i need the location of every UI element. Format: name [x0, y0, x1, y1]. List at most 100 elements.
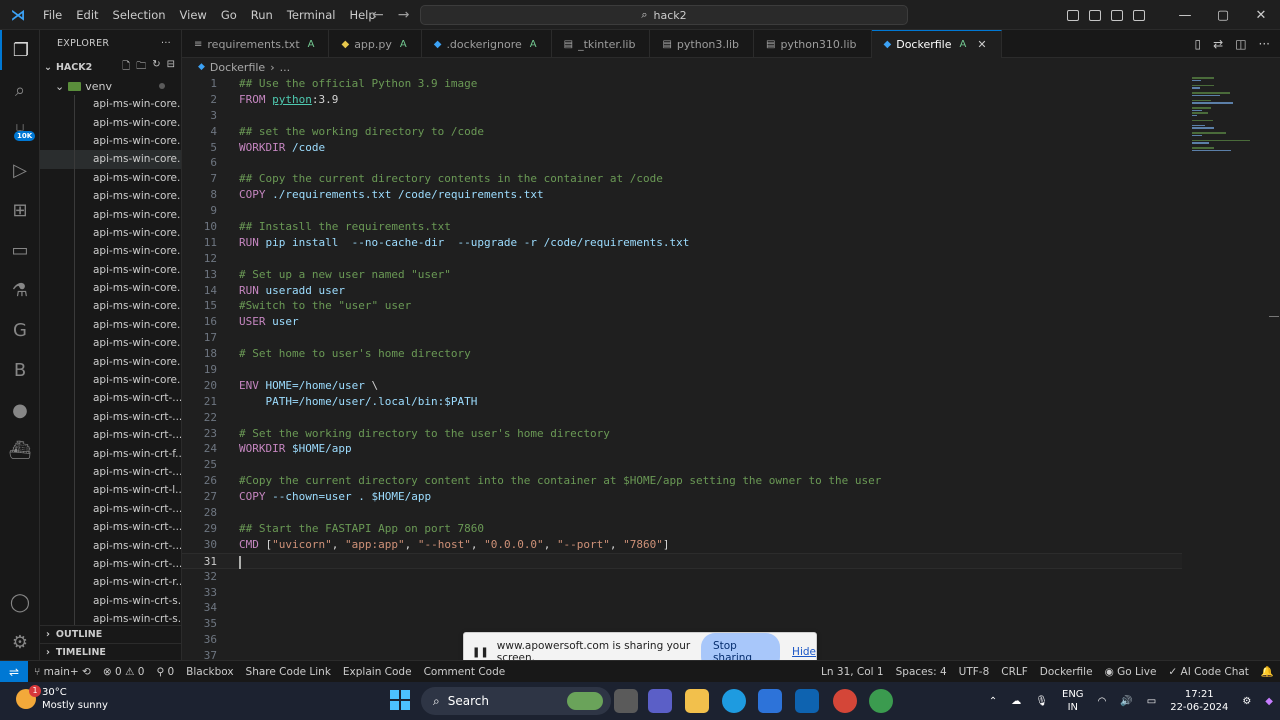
tree-item[interactable]: api-ms-win-crt-f...: [40, 444, 181, 462]
tray-chevron-icon[interactable]: ⌃: [982, 696, 1004, 707]
tab-dockerignore[interactable]: ◆ .dockerignore A: [422, 30, 552, 58]
tab-dockerfile[interactable]: ◆ Dockerfile A ✕: [871, 30, 1002, 58]
ports-indicator[interactable]: ⚲ 0: [150, 666, 180, 678]
menu-run[interactable]: Run: [244, 0, 280, 30]
menu-edit[interactable]: Edit: [69, 0, 105, 30]
code-line[interactable]: 24 WORKDIR $HOME/app: [182, 441, 1182, 457]
microphone-icon[interactable]: 🎙: [1028, 696, 1055, 707]
ai-code-chat-button[interactable]: ✓ AI Code Chat: [1162, 666, 1255, 678]
status-blackbox[interactable]: Blackbox: [180, 666, 239, 678]
collapse-all-icon[interactable]: ⊟: [167, 59, 175, 76]
refresh-icon[interactable]: ↻: [152, 59, 160, 76]
minimize-button[interactable]: —: [1166, 0, 1204, 30]
explorer-icon[interactable]: ❐: [0, 30, 40, 70]
code-line[interactable]: 35: [182, 616, 1182, 632]
taskbar-search[interactable]: ⌕ Search: [421, 687, 611, 715]
edge-icon[interactable]: [722, 689, 746, 713]
search-icon[interactable]: ⌕: [0, 70, 40, 110]
chrome-icon[interactable]: [833, 689, 857, 713]
code-line[interactable]: 4 ## set the working directory to /code: [182, 124, 1182, 140]
code-line[interactable]: 29 ## Start the FASTAPI App on port 7860: [182, 521, 1182, 537]
tree-item[interactable]: api-ms-win-crt-...: [40, 389, 181, 407]
tree-item[interactable]: api-ms-win-crt-l...: [40, 481, 181, 499]
tree-item[interactable]: api-ms-win-core...: [40, 95, 181, 113]
outline-section[interactable]: › OUTLINE: [40, 625, 181, 643]
tree-item[interactable]: api-ms-win-core...: [40, 132, 181, 150]
tree-item[interactable]: api-ms-win-crt-...: [40, 408, 181, 426]
tree-item[interactable]: api-ms-win-crt-...: [40, 555, 181, 573]
code-line[interactable]: 17: [182, 330, 1182, 346]
breadcrumb-rest[interactable]: ...: [280, 61, 291, 74]
menu-file[interactable]: File: [36, 0, 69, 30]
code-line[interactable]: 3: [182, 108, 1182, 124]
split-editor-icon[interactable]: ◫: [1235, 37, 1246, 51]
tab-python310-lib[interactable]: ▤ python310.lib: [754, 30, 872, 58]
source-control-icon[interactable]: ⑂: [0, 110, 40, 150]
tree-item[interactable]: api-ms-win-core...: [40, 242, 181, 260]
more-actions-icon[interactable]: ···: [1259, 37, 1270, 51]
code-line[interactable]: 16 USER user: [182, 314, 1182, 330]
status-share-code-link[interactable]: Share Code Link: [240, 666, 337, 678]
status-explain-code[interactable]: Explain Code: [337, 666, 418, 678]
remote-explorer-icon[interactable]: ▭: [0, 230, 40, 270]
tree-item[interactable]: api-ms-win-core...: [40, 352, 181, 370]
toggle-panel-icon[interactable]: [1084, 0, 1106, 30]
code-line[interactable]: 7 ## Copy the current directory contents …: [182, 171, 1182, 187]
tree-item[interactable]: api-ms-win-core...: [40, 279, 181, 297]
store-icon[interactable]: [758, 689, 782, 713]
hide-link[interactable]: Hide: [792, 646, 816, 658]
tree-item[interactable]: api-ms-win-core...: [40, 261, 181, 279]
project-root[interactable]: ⌄ HACK2 🗋 🗀 ↻ ⊟: [40, 57, 181, 77]
problems-indicator[interactable]: ⊗ 0 ⚠ 0: [97, 666, 151, 678]
tree-item[interactable]: api-ms-win-crt-...: [40, 463, 181, 481]
compare-icon[interactable]: ⇄: [1213, 37, 1223, 51]
more-actions-icon[interactable]: ···: [161, 38, 171, 49]
new-folder-icon[interactable]: 🗀: [136, 59, 146, 76]
github-icon[interactable]: ●: [0, 390, 40, 430]
tree-item[interactable]: api-ms-win-core...: [40, 169, 181, 187]
menu-go[interactable]: Go: [214, 0, 244, 30]
run-debug-icon[interactable]: ▷: [0, 150, 40, 190]
notifications-bell-icon[interactable]: 🔔: [1255, 665, 1280, 678]
battery-icon[interactable]: ▭: [1140, 696, 1163, 707]
code-line[interactable]: 32: [182, 569, 1182, 585]
settings-gear-icon[interactable]: ⚙: [1235, 696, 1258, 707]
tree-item[interactable]: api-ms-win-crt-s...: [40, 592, 181, 610]
tab-python3-lib[interactable]: ▤ python3.lib: [650, 30, 754, 58]
settings-gear-icon[interactable]: ⚙: [0, 622, 40, 662]
timeline-section[interactable]: › TIMELINE: [40, 643, 181, 660]
tree-item[interactable]: api-ms-win-core...: [40, 224, 181, 242]
clock[interactable]: 17:21 22-06-2024: [1163, 688, 1235, 714]
minimap[interactable]: [1192, 76, 1262, 151]
menu-view[interactable]: View: [173, 0, 214, 30]
code-line[interactable]: 20 ENV HOME=/home/user \: [182, 378, 1182, 394]
docker-icon[interactable]: ⛴: [0, 430, 40, 470]
toggle-secondary-sidebar-icon[interactable]: [1106, 0, 1128, 30]
tab-requirements-txt[interactable]: ≡ requirements.txt A: [182, 30, 330, 58]
blackbox-icon[interactable]: B: [0, 350, 40, 390]
code-line[interactable]: 14 RUN useradd user: [182, 283, 1182, 299]
open-preview-icon[interactable]: ▯: [1195, 37, 1202, 51]
code-line[interactable]: 21 PATH=/home/user/.local/bin:$PATH: [182, 394, 1182, 410]
copilot-icon[interactable]: ◆: [1258, 696, 1280, 707]
forward-arrow-icon[interactable]: →: [398, 7, 410, 23]
code-line[interactable]: 33: [182, 585, 1182, 601]
extensions-icon[interactable]: ⊞: [0, 190, 40, 230]
onedrive-icon[interactable]: ☁: [1004, 696, 1028, 707]
back-arrow-icon[interactable]: ←: [372, 7, 384, 23]
code-line[interactable]: 11 RUN pip install --no-cache-dir --upgra…: [182, 235, 1182, 251]
language-indicator[interactable]: ENG IN: [1055, 688, 1091, 714]
maximize-button[interactable]: ▢: [1204, 0, 1242, 30]
tree-item[interactable]: api-ms-win-crt-...: [40, 426, 181, 444]
line-ending[interactable]: CRLF: [995, 666, 1034, 678]
menu-selection[interactable]: Selection: [106, 0, 173, 30]
tab-app-py[interactable]: ◆ app.py A: [329, 30, 422, 58]
indentation[interactable]: Spaces: 4: [890, 666, 953, 678]
code-line[interactable]: 25: [182, 457, 1182, 473]
gitlens-icon[interactable]: G: [0, 310, 40, 350]
code-line[interactable]: 10 ## Instasll the requirements.txt: [182, 219, 1182, 235]
folder-venv[interactable]: ⌄ venv: [40, 77, 181, 95]
tree-item[interactable]: api-ms-win-core...: [40, 316, 181, 334]
remote-indicator-icon[interactable]: ⇌: [0, 660, 28, 683]
close-icon[interactable]: ✕: [977, 38, 986, 51]
